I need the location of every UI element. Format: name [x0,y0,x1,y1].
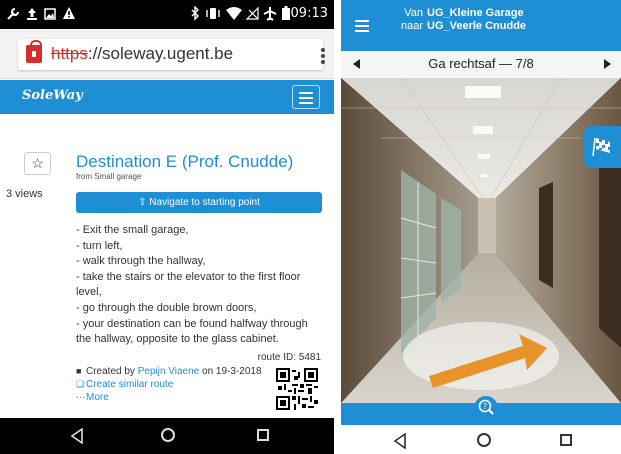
status-bar: 🔧︎ 09:13 [0,0,334,29]
to-value: UG_Veerle Cnudde [427,20,527,32]
insecure-lock-icon[interactable] [26,40,42,63]
copy-icon: ❏ [76,379,85,389]
wifi-icon [226,7,242,20]
hallway-photo [341,78,621,403]
warning-icon [63,7,75,19]
menu-toggle-button[interactable] [292,85,320,109]
checkered-flag-icon [592,137,610,157]
android-navigation-bar [0,418,334,454]
qr-code-icon [276,368,318,410]
bluetooth-icon [191,6,199,21]
step-title: Ga rechtsaf — 7/8 [428,56,534,71]
navigate-to-start-button[interactable]: ⇪ Navigate to starting point [76,192,322,213]
home-icon[interactable] [477,433,491,447]
recent-apps-icon[interactable] [560,434,572,446]
battery-icon [282,6,290,20]
direction-step: - turn left, [76,239,123,252]
from-value: UG_Kleine Garage [427,7,524,19]
destination-origin: from Small garage [76,172,142,181]
upload-icon [27,8,37,20]
route-meta: ■ Created by Pepijn Viaene on 19-3-2018 ❏… [76,365,262,404]
back-icon[interactable] [393,433,407,449]
svg-text:?: ? [483,402,487,411]
creator-link[interactable]: Pepijn Viaene [138,366,200,377]
left-phone-screen: 🔧︎ 09:13 https://soleway.ugent.be SoleWa… [0,0,334,454]
to-label: naar [400,20,423,32]
created-prefix: Created by [86,366,138,377]
user-icon: ■ [76,366,82,376]
direction-step: - go through the double brown doors, [76,301,257,314]
wrench-icon-shape [7,8,19,20]
app-header: Van UG_Kleine Garage naar UG_Veerle Cnudde [341,0,621,51]
browser-menu-icon[interactable] [320,47,326,67]
ellipsis-icon: ⋯ [76,392,85,402]
back-icon[interactable] [70,428,84,444]
image-icon [44,8,56,20]
direction-step: - take the stairs or the elevator to the… [76,270,301,299]
next-step-icon[interactable] [604,59,611,69]
create-similar-route-link[interactable]: Create similar route [86,379,173,390]
favorite-star-button[interactable]: ☆ [24,152,51,175]
step-navigation-bar: Ga rechtsaf — 7/8 [341,51,621,78]
vibrate-icon [206,8,220,19]
site-navbar: SoleWay [0,80,334,114]
right-phone-screen: Van UG_Kleine Garage naar UG_Veerle Cnudde… [341,0,621,454]
android-navigation-bar-light [341,425,621,454]
views-count: 3 views [6,188,43,200]
destination-title[interactable]: Destination E (Prof. Cnudde) [76,152,293,172]
route-summary: Van UG_Kleine Garage naar UG_Veerle Cnudde [389,7,526,33]
status-time: 09:13 [290,6,328,21]
menu-icon[interactable] [355,20,369,35]
created-date: on 19-3-2018 [199,366,262,377]
route-from-line: Van UG_Kleine Garage [389,7,526,20]
browser-toolbar: https://soleway.ugent.be [0,29,334,79]
url-scheme: https [51,44,88,63]
from-label: Van [404,7,423,19]
destination-flag-button[interactable] [584,126,621,168]
direction-step: - your destination can be found halfway … [76,317,308,346]
more-link[interactable]: More [86,392,109,403]
no-signal-icon [246,7,259,20]
home-icon[interactable] [161,428,175,442]
airplane-icon [263,7,277,21]
route-directions: - Exit the small garage, - turn left, - … [76,223,326,348]
create-similar-line[interactable]: ❏ Create similar route [76,378,262,391]
help-button[interactable]: ? [474,396,498,420]
created-by-line: ■ Created by Pepijn Viaene on 19-3-2018 [76,365,262,378]
more-line[interactable]: ⋯More [76,391,262,404]
url-text[interactable]: https://soleway.ugent.be [51,44,233,64]
screenshot-root: 🔧︎ 09:13 https://soleway.ugent.be SoleWa… [0,0,621,454]
direction-step: - Exit the small garage, [76,224,189,236]
route-id: route ID: 5481 [257,352,321,363]
help-search-icon: ? [478,399,494,415]
direction-step: - walk through the hallway, [76,255,206,268]
site-brand[interactable]: SoleWay [22,88,83,103]
route-to-line: naar UG_Veerle Cnudde [389,20,526,33]
recent-apps-icon[interactable] [257,429,269,441]
url-bar[interactable]: https://soleway.ugent.be [18,39,323,70]
url-host: ://soleway.ugent.be [87,44,234,63]
